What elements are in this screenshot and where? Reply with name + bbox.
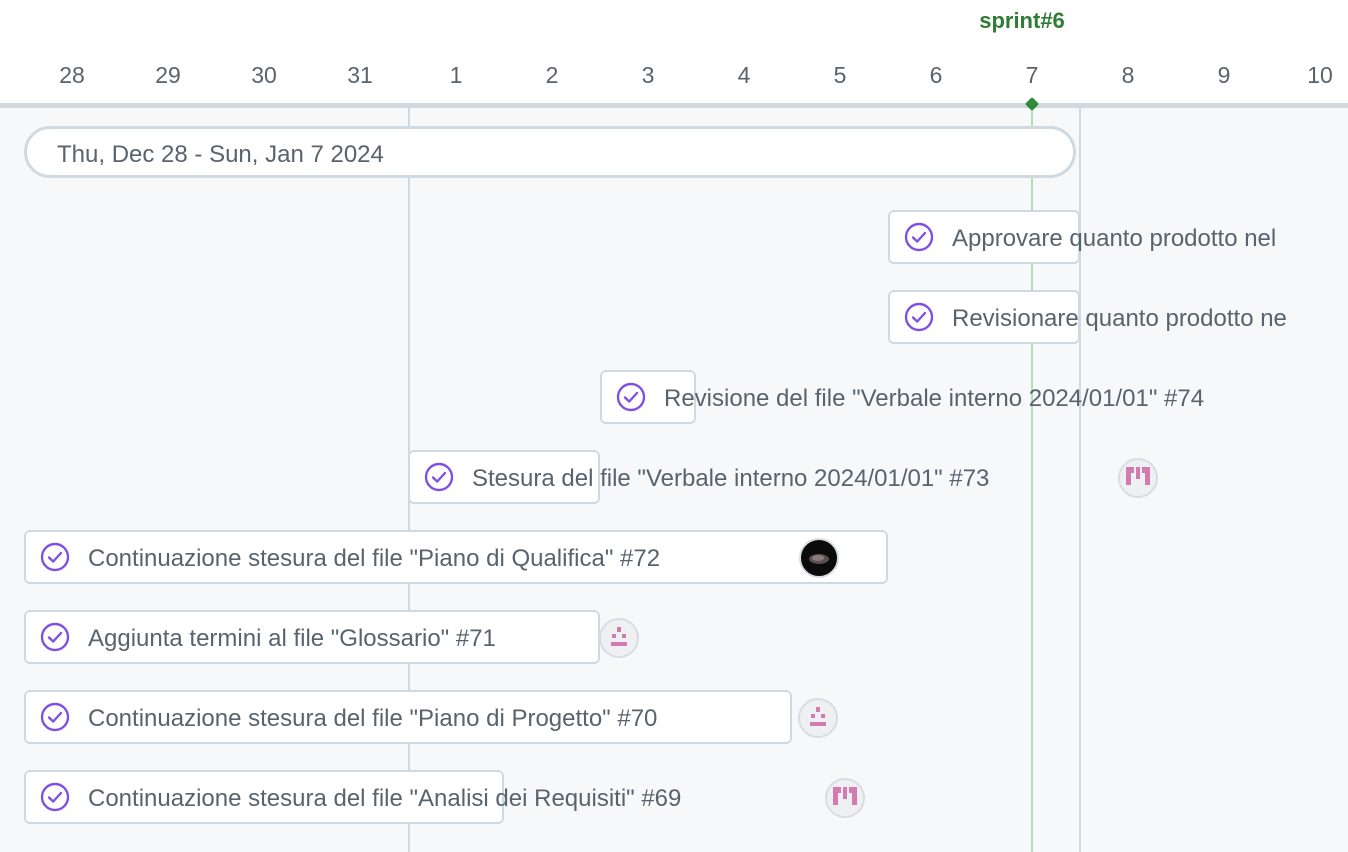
timeline-header: sprint#6 28 29 30 31 1 2 3 4 5 6 7 8 9 1… <box>0 0 1348 106</box>
header-divider <box>0 103 1348 108</box>
day-label: 3 <box>641 62 655 88</box>
day-label: 2 <box>545 62 559 88</box>
timeline-item-title[interactable]: Approvare quanto prodotto nel <box>952 224 1276 254</box>
issue-closed-check-icon <box>904 302 934 332</box>
day-label: 8 <box>1121 62 1135 88</box>
photo-avatar-icon <box>809 554 829 564</box>
issue-closed-check-icon <box>40 702 70 732</box>
sprint-label[interactable]: sprint#6 <box>979 8 1065 34</box>
issue-closed-check-icon <box>40 622 70 652</box>
timeline-item-title[interactable]: Continuazione stesura del file "Piano di… <box>88 544 660 574</box>
day-label: 4 <box>737 62 751 88</box>
day-label: 10 <box>1307 62 1333 88</box>
date-range-group[interactable]: Thu, Dec 28 - Sun, Jan 7 2024 <box>24 126 1076 178</box>
day-label: 5 <box>833 62 847 88</box>
assignee-avatar[interactable] <box>798 698 838 738</box>
timeline-item-title[interactable]: Revisionare quanto prodotto ne <box>952 304 1287 334</box>
day-label: 28 <box>59 62 85 88</box>
timeline-item-title[interactable]: Continuazione stesura del file "Piano di… <box>88 704 657 734</box>
issue-closed-check-icon <box>616 382 646 412</box>
issue-closed-check-icon <box>40 782 70 812</box>
day-label: 30 <box>251 62 277 88</box>
day-label: 29 <box>155 62 181 88</box>
timeline-item-title[interactable]: Aggiunta termini al file "Glossario" #71 <box>88 624 496 654</box>
date-range-label: Thu, Dec 28 - Sun, Jan 7 2024 <box>57 141 384 168</box>
identicon-avatar-icon <box>810 707 826 726</box>
timeline-item-title[interactable]: Revisione del file "Verbale interno 2024… <box>664 384 1204 414</box>
day-label: 31 <box>347 62 373 88</box>
identicon-avatar-icon <box>1126 467 1150 485</box>
issue-closed-check-icon <box>904 222 934 252</box>
timeline-item-title[interactable]: Continuazione stesura del file "Analisi … <box>88 784 681 814</box>
timeline-item-title[interactable]: Stesura del file "Verbale interno 2024/0… <box>472 464 989 494</box>
identicon-avatar-icon <box>611 627 627 646</box>
assignee-avatar[interactable] <box>825 778 865 818</box>
assignee-avatar[interactable] <box>799 538 839 578</box>
day-label: 6 <box>929 62 943 88</box>
issue-closed-check-icon <box>40 542 70 572</box>
assignee-avatar[interactable] <box>599 618 639 658</box>
day-label: 9 <box>1217 62 1231 88</box>
day-label: 7 <box>1025 62 1039 88</box>
day-label: 1 <box>449 62 463 88</box>
identicon-avatar-icon <box>833 787 857 805</box>
issue-closed-check-icon <box>424 462 454 492</box>
assignee-avatar[interactable] <box>1118 458 1158 498</box>
